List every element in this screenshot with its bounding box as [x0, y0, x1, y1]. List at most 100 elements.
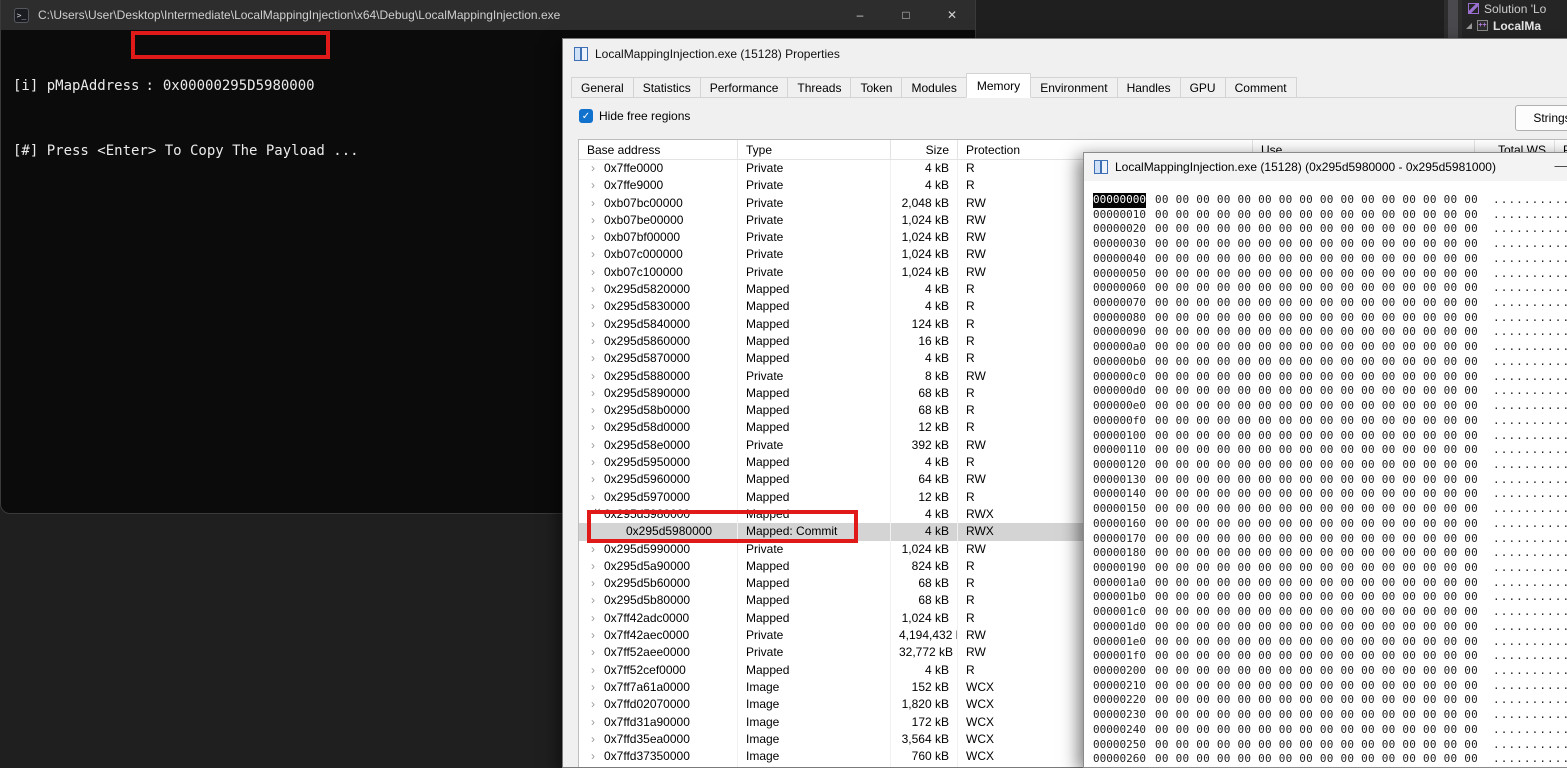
hex-row[interactable]: 00000230 00 00 00 00 00 00 00 00 00 00 00… [1093, 708, 1567, 723]
chevron-right-icon[interactable]: › [591, 212, 604, 229]
tab-modules[interactable]: Modules [901, 77, 967, 98]
chevron-right-icon[interactable]: › [591, 627, 604, 644]
hex-row[interactable]: 00000170 00 00 00 00 00 00 00 00 00 00 00… [1093, 532, 1567, 547]
hex-address[interactable]: 000000a0 [1093, 340, 1146, 355]
chevron-right-icon[interactable]: › [591, 264, 604, 281]
solution-explorer-root[interactable]: Solution 'Lo [1462, 0, 1567, 17]
hex-row[interactable]: 00000190 00 00 00 00 00 00 00 00 00 00 00… [1093, 561, 1567, 576]
hex-row[interactable]: 00000080 00 00 00 00 00 00 00 00 00 00 00… [1093, 311, 1567, 326]
chevron-right-icon[interactable]: › [591, 679, 604, 696]
chevron-right-icon[interactable]: › [591, 350, 604, 367]
hex-row[interactable]: 000000d0 00 00 00 00 00 00 00 00 00 00 00… [1093, 384, 1567, 399]
hex-row[interactable]: 000001c0 00 00 00 00 00 00 00 00 00 00 00… [1093, 605, 1567, 620]
chevron-right-icon[interactable]: › [591, 696, 604, 713]
expand-arrow-icon[interactable] [1466, 22, 1472, 29]
hex-bytes[interactable]: 00 00 00 00 00 00 00 00 00 00 00 00 00 0… [1155, 664, 1478, 677]
hex-row[interactable]: 00000030 00 00 00 00 00 00 00 00 00 00 00… [1093, 237, 1567, 252]
hex-address[interactable]: 000001b0 [1093, 590, 1146, 605]
hex-address[interactable]: 00000050 [1093, 267, 1146, 282]
chevron-right-icon[interactable]: › [591, 748, 604, 765]
hex-address[interactable]: 000001e0 [1093, 635, 1146, 650]
tab-threads[interactable]: Threads [787, 77, 852, 98]
hex-row[interactable]: 00000000 00 00 00 00 00 00 00 00 00 00 00… [1093, 193, 1567, 208]
chevron-right-icon[interactable]: › [591, 575, 604, 592]
hex-bytes[interactable]: 00 00 00 00 00 00 00 00 00 00 00 00 00 0… [1155, 561, 1478, 574]
hex-bytes[interactable]: 00 00 00 00 00 00 00 00 00 00 00 00 00 0… [1155, 605, 1478, 618]
hex-bytes[interactable]: 00 00 00 00 00 00 00 00 00 00 00 00 00 0… [1155, 693, 1478, 706]
console-titlebar[interactable]: >_ C:\Users\User\Desktop\Intermediate\Lo… [1, 0, 975, 30]
chevron-right-icon[interactable]: › [591, 610, 604, 627]
hex-address[interactable]: 00000230 [1093, 708, 1146, 723]
column-header[interactable]: Base address [579, 140, 738, 159]
hex-address[interactable]: 00000070 [1093, 296, 1146, 311]
hex-address[interactable]: 00000140 [1093, 487, 1146, 502]
hex-bytes[interactable]: 00 00 00 00 00 00 00 00 00 00 00 00 00 0… [1155, 370, 1478, 383]
hex-bytes[interactable]: 00 00 00 00 00 00 00 00 00 00 00 00 00 0… [1155, 311, 1478, 324]
chevron-right-icon[interactable]: › [591, 229, 604, 246]
chevron-right-icon[interactable]: › [591, 316, 604, 333]
chevron-right-icon[interactable]: › [591, 765, 604, 767]
hex-address[interactable]: 000001f0 [1093, 649, 1146, 664]
hex-address[interactable]: 00000020 [1093, 222, 1146, 237]
hex-row[interactable]: 00000130 00 00 00 00 00 00 00 00 00 00 00… [1093, 473, 1567, 488]
hex-bytes[interactable]: 00 00 00 00 00 00 00 00 00 00 00 00 00 0… [1155, 502, 1478, 515]
hex-address[interactable]: 00000200 [1093, 664, 1146, 679]
hex-address[interactable]: 00000030 [1093, 237, 1146, 252]
hex-row[interactable]: 00000180 00 00 00 00 00 00 00 00 00 00 00… [1093, 546, 1567, 561]
hex-address-selected[interactable]: 00000000 [1093, 193, 1146, 208]
hex-row[interactable]: 00000160 00 00 00 00 00 00 00 00 00 00 00… [1093, 517, 1567, 532]
hex-bytes[interactable]: 00 00 00 00 00 00 00 00 00 00 00 00 00 0… [1155, 679, 1478, 692]
hex-bytes[interactable]: 00 00 00 00 00 00 00 00 00 00 00 00 00 0… [1155, 532, 1478, 545]
hex-row[interactable]: 000001f0 00 00 00 00 00 00 00 00 00 00 00… [1093, 649, 1567, 664]
hex-bytes[interactable]: 00 00 00 00 00 00 00 00 00 00 00 00 00 0… [1155, 399, 1478, 412]
hex-bytes[interactable]: 00 00 00 00 00 00 00 00 00 00 00 00 00 0… [1155, 222, 1478, 235]
hex-bytes[interactable]: 00 00 00 00 00 00 00 00 00 00 00 00 00 0… [1155, 517, 1478, 530]
tab-handles[interactable]: Handles [1116, 77, 1181, 98]
hex-bytes[interactable]: 00 00 00 00 00 00 00 00 00 00 00 00 00 0… [1155, 252, 1478, 265]
hex-address[interactable]: 00000100 [1093, 429, 1146, 444]
chevron-right-icon[interactable]: › [591, 160, 604, 177]
tab-general[interactable]: General [571, 77, 634, 98]
hex-bytes[interactable]: 00 00 00 00 00 00 00 00 00 00 00 00 00 0… [1155, 443, 1478, 456]
hex-row[interactable]: 00000060 00 00 00 00 00 00 00 00 00 00 00… [1093, 281, 1567, 296]
hex-bytes[interactable]: 00 00 00 00 00 00 00 00 00 00 00 00 00 0… [1155, 414, 1478, 427]
chevron-right-icon[interactable]: › [591, 368, 604, 385]
tab-gpu[interactable]: GPU [1179, 77, 1226, 98]
hex-bytes[interactable]: 00 00 00 00 00 00 00 00 00 00 00 00 00 0… [1155, 296, 1478, 309]
chevron-right-icon[interactable]: › [591, 246, 604, 263]
hex-address[interactable]: 000000d0 [1093, 384, 1146, 399]
tab-token[interactable]: Token [850, 77, 903, 98]
tab-environment[interactable]: Environment [1030, 77, 1118, 98]
hex-row[interactable]: 00000250 00 00 00 00 00 00 00 00 00 00 00… [1093, 738, 1567, 753]
chevron-right-icon[interactable]: › [591, 714, 604, 731]
hex-row[interactable]: 00000240 00 00 00 00 00 00 00 00 00 00 00… [1093, 723, 1567, 738]
hex-row[interactable]: 000001a0 00 00 00 00 00 00 00 00 00 00 00… [1093, 576, 1567, 591]
hex-row[interactable]: 000000c0 00 00 00 00 00 00 00 00 00 00 00… [1093, 370, 1567, 385]
hex-bytes[interactable]: 00 00 00 00 00 00 00 00 00 00 00 00 00 0… [1155, 355, 1478, 368]
tab-statistics[interactable]: Statistics [632, 77, 701, 98]
hex-bytes[interactable]: 00 00 00 00 00 00 00 00 00 00 00 00 00 0… [1155, 281, 1478, 294]
chevron-right-icon[interactable]: › [591, 298, 604, 315]
hex-address[interactable]: 00000010 [1093, 208, 1146, 223]
chevron-right-icon[interactable]: › [591, 731, 604, 748]
chevron-right-icon[interactable]: › [591, 177, 604, 194]
hex-row[interactable]: 00000120 00 00 00 00 00 00 00 00 00 00 00… [1093, 458, 1567, 473]
hex-bytes[interactable]: 00 00 00 00 00 00 00 00 00 00 00 00 00 0… [1155, 708, 1478, 721]
hex-address[interactable]: 00000060 [1093, 281, 1146, 296]
hex-address[interactable]: 00000240 [1093, 723, 1146, 738]
hex-row[interactable]: 00000100 00 00 00 00 00 00 00 00 00 00 00… [1093, 429, 1567, 444]
hex-bytes[interactable]: 00 00 00 00 00 00 00 00 00 00 00 00 00 0… [1155, 193, 1478, 206]
hex-row[interactable]: 00000010 00 00 00 00 00 00 00 00 00 00 00… [1093, 208, 1567, 223]
hex-address[interactable]: 000001a0 [1093, 576, 1146, 591]
chevron-right-icon[interactable]: › [591, 592, 604, 609]
hex-bytes[interactable]: 00 00 00 00 00 00 00 00 00 00 00 00 00 0… [1155, 546, 1478, 559]
hex-address[interactable]: 00000210 [1093, 679, 1146, 694]
chevron-right-icon[interactable]: › [591, 454, 604, 471]
chevron-right-icon[interactable]: › [591, 333, 604, 350]
hex-address[interactable]: 000001d0 [1093, 620, 1146, 635]
tab-performance[interactable]: Performance [699, 77, 789, 98]
hex-address[interactable]: 000000b0 [1093, 355, 1146, 370]
hex-bytes[interactable]: 00 00 00 00 00 00 00 00 00 00 00 00 00 0… [1155, 620, 1478, 633]
chevron-right-icon[interactable]: › [591, 471, 604, 488]
hex-address[interactable]: 00000160 [1093, 517, 1146, 532]
